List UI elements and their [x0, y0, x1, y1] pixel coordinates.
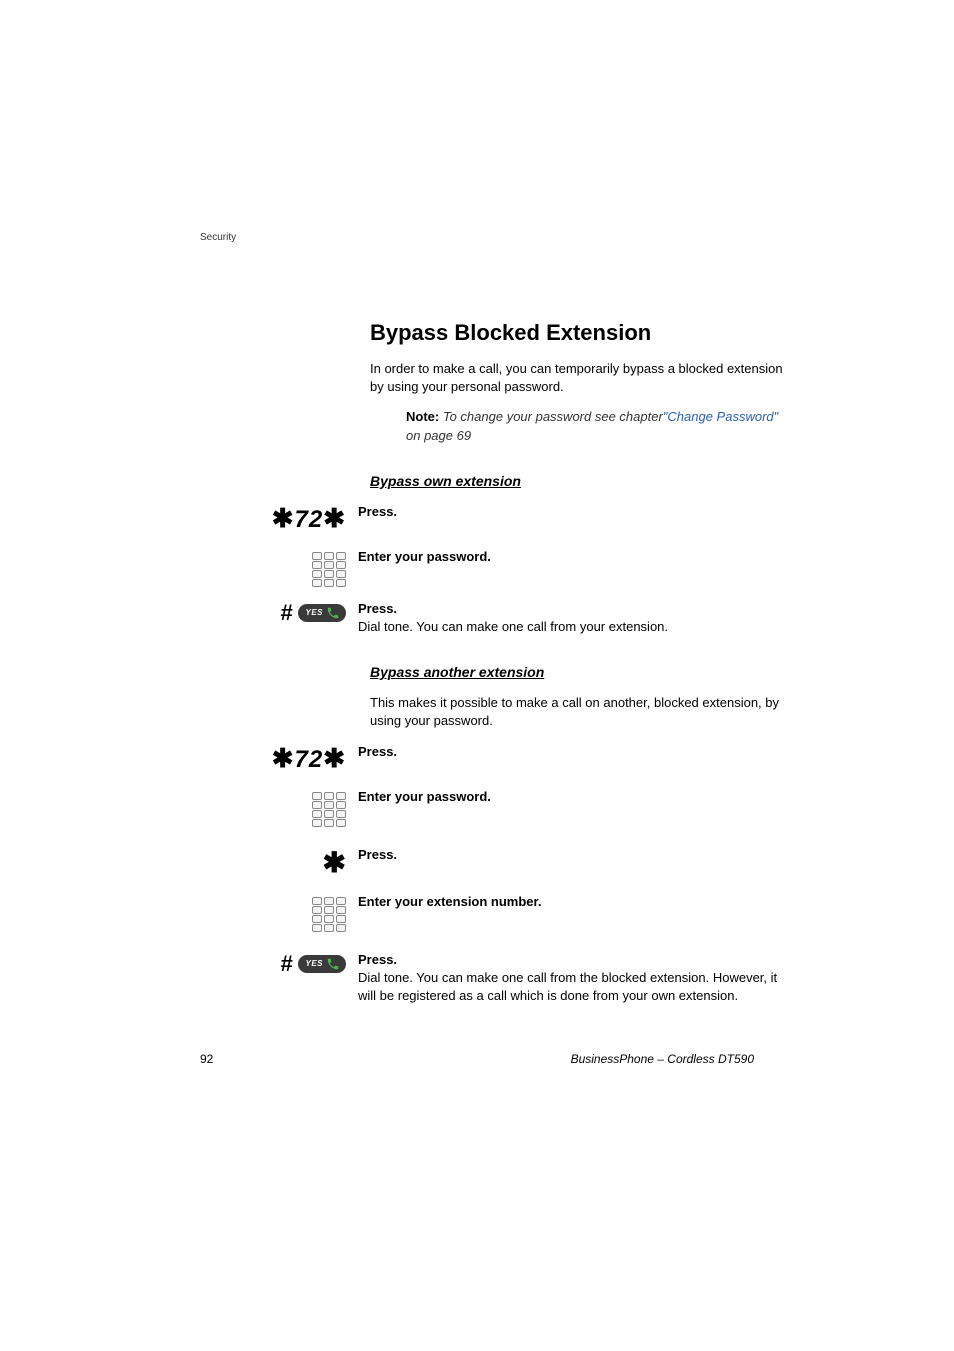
yes-button-label: YES: [305, 608, 323, 617]
step-icon-col: ✱72✱: [280, 503, 358, 534]
note-label: Note:: [406, 409, 439, 424]
step-icon-col: [280, 548, 358, 592]
subheading-bypass-another: Bypass another extension: [370, 664, 790, 680]
step-row: ✱72✱ Press.: [280, 503, 790, 534]
code-digits: 72: [295, 746, 324, 773]
step-text: Press. Dial tone. You can make one call …: [358, 600, 790, 636]
step-text: Press.: [358, 846, 790, 864]
star-icon: ✱: [323, 743, 346, 773]
step-row: Enter your password.: [280, 788, 790, 832]
page-number: 92: [200, 1052, 213, 1066]
section-header: Security: [200, 232, 236, 243]
keypad-icon: [312, 792, 346, 828]
step-icon-col: [280, 893, 358, 937]
press-label: Press.: [358, 951, 790, 969]
note-link[interactable]: "Change Password": [663, 409, 778, 424]
code-digits: 72: [295, 506, 324, 533]
step-desc: Dial tone. You can make one call from th…: [358, 969, 790, 1005]
step-desc: Dial tone. You can make one call from yo…: [358, 618, 790, 636]
step-icon-col: ✱: [280, 846, 358, 879]
keypad-icon: [312, 897, 346, 933]
footer: 92 BusinessPhone – Cordless DT590: [200, 1052, 754, 1066]
phone-icon: [326, 957, 340, 971]
press-label: Press.: [358, 846, 790, 864]
press-label: Press.: [358, 743, 790, 761]
step-text: Enter your password.: [358, 548, 790, 566]
star-icon: ✱: [323, 846, 346, 879]
phone-icon: [326, 606, 340, 620]
star-icon: ✱: [272, 743, 295, 773]
step-row: Enter your password.: [280, 548, 790, 592]
yes-button-label: YES: [305, 959, 323, 968]
enter-password-label: Enter your password.: [358, 548, 790, 566]
enter-password-label: Enter your password.: [358, 788, 790, 806]
step-icon-col: # YES: [280, 951, 358, 977]
yes-button-icon: YES: [298, 604, 346, 622]
press-label: Press.: [358, 600, 790, 618]
hash-icon: #: [280, 600, 292, 626]
step-text: Press.: [358, 743, 790, 761]
dial-code: ✱72✱: [272, 743, 346, 774]
star-icon: ✱: [272, 503, 295, 533]
step-text: Enter your password.: [358, 788, 790, 806]
yes-button-icon: YES: [298, 955, 346, 973]
step-row: # YES Press. Dial tone. You can make one…: [280, 951, 790, 1006]
step-text: Press.: [358, 503, 790, 521]
step-icon-col: [280, 788, 358, 832]
enter-extension-label: Enter your extension number.: [358, 893, 790, 911]
keypad-icon: [312, 552, 346, 588]
page-title: Bypass Blocked Extension: [370, 320, 790, 346]
subheading-bypass-own: Bypass own extension: [370, 473, 790, 489]
hash-icon: #: [280, 951, 292, 977]
step-text: Press. Dial tone. You can make one call …: [358, 951, 790, 1006]
step-text: Enter your extension number.: [358, 893, 790, 911]
step-row: ✱ Press.: [280, 846, 790, 879]
note-block: Note: To change your password see chapte…: [406, 408, 790, 444]
dial-code: ✱72✱: [272, 503, 346, 534]
step-row: ✱72✱ Press.: [280, 743, 790, 774]
step-icon-col: ✱72✱: [280, 743, 358, 774]
note-text-1: To change your password see chapter: [443, 409, 663, 424]
main-content: Bypass Blocked Extension In order to mak…: [370, 320, 790, 1013]
note-text-2: on page 69: [406, 428, 471, 443]
step-icon-col: # YES: [280, 600, 358, 626]
step-row: Enter your extension number.: [280, 893, 790, 937]
product-name: BusinessPhone – Cordless DT590: [571, 1052, 754, 1066]
press-label: Press.: [358, 503, 790, 521]
star-icon: ✱: [323, 503, 346, 533]
section2-intro: This makes it possible to make a call on…: [370, 694, 790, 730]
step-row: # YES Press. Dial tone. You can make one…: [280, 600, 790, 636]
intro-text: In order to make a call, you can tempora…: [370, 360, 790, 396]
